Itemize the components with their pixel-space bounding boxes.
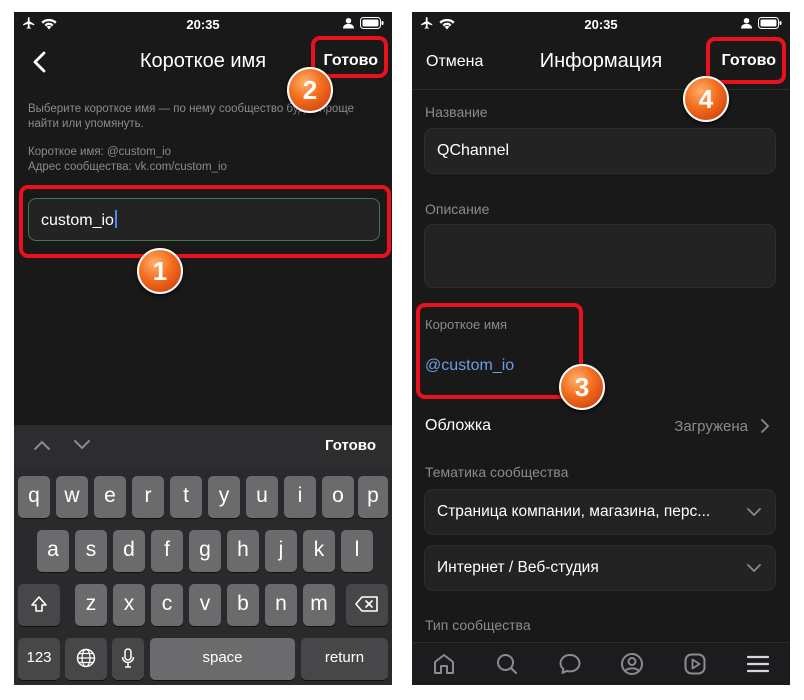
video-icon[interactable]: [682, 651, 708, 677]
key-q[interactable]: q: [18, 476, 50, 518]
globe-key[interactable]: [65, 638, 107, 680]
person-icon: [343, 17, 354, 29]
key-y[interactable]: y: [208, 476, 240, 518]
status-time: 20:35: [186, 17, 220, 32]
key-c[interactable]: c: [151, 584, 183, 626]
highlight-frame-input: [19, 185, 391, 258]
step-marker-1: 1: [137, 248, 183, 294]
backspace-key[interactable]: [346, 584, 388, 626]
key-s[interactable]: s: [75, 530, 107, 572]
chevron-down-icon[interactable]: [72, 435, 92, 455]
key-x[interactable]: x: [113, 584, 145, 626]
key-w[interactable]: w: [56, 476, 88, 518]
status-right: [741, 17, 782, 29]
menu-icon[interactable]: [745, 651, 771, 677]
chevron-up-icon[interactable]: [32, 435, 52, 455]
keyboard: Готово q w e r t y u i o p a s d f g h j…: [14, 425, 392, 685]
key-p[interactable]: p: [358, 476, 388, 518]
key-d[interactable]: d: [113, 530, 145, 572]
category-select-value: Интернет / Веб-студия: [437, 559, 599, 576]
profile-icon[interactable]: [619, 651, 645, 677]
globe-icon: [76, 648, 96, 668]
keyboard-done-button[interactable]: Готово: [325, 437, 376, 454]
key-o[interactable]: o: [322, 476, 354, 518]
highlight-frame-done-right: [706, 37, 786, 84]
key-v[interactable]: v: [189, 584, 221, 626]
key-f[interactable]: f: [151, 530, 183, 572]
type-label: Тип сообщества: [425, 617, 531, 633]
step-marker-2: 2: [287, 67, 333, 113]
highlight-frame-short-name: [416, 303, 583, 399]
key-j[interactable]: j: [265, 530, 297, 572]
microphone-key[interactable]: [112, 638, 144, 680]
cover-status: Загружена: [674, 418, 748, 435]
tab-bar: [412, 642, 790, 685]
keyboard-toolbar: Готово: [14, 425, 392, 467]
search-icon[interactable]: [494, 651, 520, 677]
battery-icon: [758, 17, 782, 29]
left-screen: 20:35 Короткое имя Готово Выберите корот…: [14, 12, 392, 685]
key-e[interactable]: e: [94, 476, 126, 518]
key-r[interactable]: r: [132, 476, 164, 518]
chevron-right-icon[interactable]: [760, 419, 770, 433]
address-info: Адрес сообщества: vk.com/custom_io: [28, 161, 227, 173]
home-icon[interactable]: [431, 651, 457, 677]
space-key[interactable]: space: [150, 638, 295, 680]
key-h[interactable]: h: [227, 530, 259, 572]
key-z[interactable]: z: [75, 584, 107, 626]
key-k[interactable]: k: [303, 530, 335, 572]
status-time: 20:35: [584, 17, 618, 32]
shift-key[interactable]: [18, 584, 60, 626]
battery-icon: [360, 17, 384, 29]
key-n[interactable]: n: [265, 584, 297, 626]
description-input[interactable]: [424, 224, 776, 288]
cover-label[interactable]: Обложка: [425, 417, 491, 435]
name-input[interactable]: QChannel: [424, 128, 776, 174]
theme-select[interactable]: Страница компании, магазина, перс...: [424, 489, 776, 535]
microphone-icon: [121, 648, 135, 668]
step-marker-3: 3: [559, 364, 605, 410]
key-u[interactable]: u: [246, 476, 278, 518]
status-right: [343, 17, 384, 29]
theme-select-value: Страница компании, магазина, перс...: [437, 503, 711, 520]
chat-icon[interactable]: [557, 651, 583, 677]
name-input-value: QChannel: [437, 142, 510, 159]
backspace-icon: [355, 596, 378, 612]
key-g[interactable]: g: [189, 530, 221, 572]
chevron-down-icon: [747, 508, 761, 517]
step-marker-4: 4: [683, 76, 729, 122]
key-m[interactable]: m: [303, 584, 335, 626]
key-t[interactable]: t: [170, 476, 202, 518]
name-label: Название: [425, 104, 488, 120]
key-a[interactable]: a: [37, 530, 69, 572]
category-select[interactable]: Интернет / Веб-студия: [424, 545, 776, 591]
key-b[interactable]: b: [227, 584, 259, 626]
navbar-divider: [412, 89, 790, 90]
key-i[interactable]: i: [284, 476, 316, 518]
short-name-info: Короткое имя: @custom_io: [28, 146, 172, 158]
key-l[interactable]: l: [341, 530, 373, 572]
theme-label: Тематика сообщества: [425, 464, 569, 480]
description-label: Описание: [425, 201, 490, 217]
person-icon: [741, 17, 752, 29]
return-key[interactable]: return: [301, 638, 388, 680]
status-bar: 20:35: [412, 12, 790, 38]
chevron-down-icon: [747, 564, 761, 573]
shift-icon: [31, 596, 47, 612]
numbers-key[interactable]: 123: [18, 638, 60, 680]
status-bar: 20:35: [14, 12, 392, 38]
